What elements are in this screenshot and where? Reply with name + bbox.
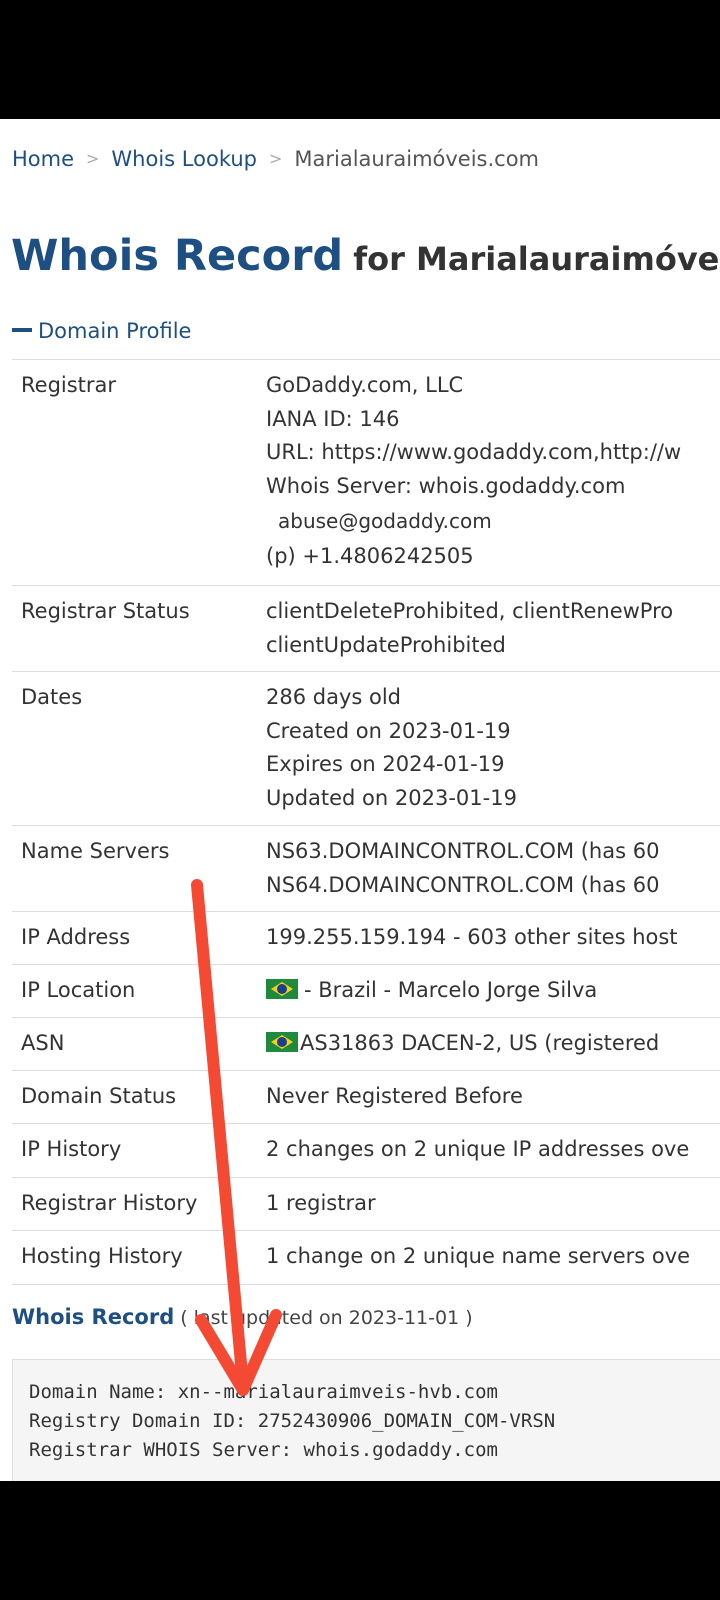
table-row-ip-address: IP Address 199.255.159.194 - 603 other s…: [12, 912, 720, 965]
row-value: AS31863 DACEN-2, US (registered: [266, 1027, 659, 1070]
breadcrumb: Home > Whois Lookup > Marialauraimóveis.com: [12, 147, 539, 171]
table-row-dates: Dates 286 days old Created on 2023-01-19…: [12, 672, 720, 826]
name-server-link[interactable]: NS64.DOMAINCONTROL.COM (has 60: [266, 869, 659, 903]
row-value: - Brazil - Marcelo Jorge Silva: [266, 974, 597, 1017]
domain-profile-heading: Domain Profile: [38, 319, 192, 343]
status-line: clientDeleteProhibited, clientRenewPro: [266, 599, 674, 623]
registrar-iana: IANA ID: 146: [266, 406, 400, 431]
row-value: NS63.DOMAINCONTROL.COM (has 60 NS64.DOMA…: [266, 835, 659, 911]
brazil-flag-icon: [266, 1032, 298, 1052]
table-row-registrar-status: Registrar Status clientDeleteProhibited,…: [12, 586, 720, 672]
last-updated-note: ( last updated on 2023-11-01 ): [180, 1307, 473, 1329]
whois-record-heading: Whois Record( last updated on 2023-11-01…: [12, 1305, 473, 1329]
breadcrumb-separator: >: [86, 149, 100, 168]
row-value: 286 days old Created on 2023-01-19 Expir…: [266, 681, 517, 825]
ip-history-value[interactable]: 2 changes on 2 unique IP addresses ove: [266, 1133, 689, 1177]
raw-line: Domain Name: xn--marialauraimveis-hvb.co…: [29, 1381, 498, 1403]
domain-age: 286 days old: [266, 685, 402, 709]
table-row-registrar-history: Registrar History 1 registrar: [12, 1178, 720, 1231]
updated-date: Updated on 2023-01-19: [266, 785, 517, 810]
raw-whois-record: Domain Name: xn--marialauraimveis-hvb.co…: [12, 1359, 720, 1481]
row-value: GoDaddy.com, LLC IANA ID: 146 URL: https…: [266, 369, 681, 585]
breadcrumb-separator: >: [268, 149, 283, 168]
registrar-email: abuse@godaddy.com: [278, 509, 492, 533]
row-label: Registrar: [21, 373, 117, 397]
status-bar: [0, 0, 720, 119]
row-label: Registrar History: [21, 1191, 198, 1215]
row-label: ASN: [21, 1031, 65, 1055]
registrar-url: URL: https://www.godaddy.com,http://w: [266, 440, 682, 464]
registrar-whois-server: Whois Server: whois.godaddy.com: [266, 473, 626, 498]
row-label: Registrar Status: [21, 599, 190, 623]
navigation-bar: [0, 1481, 720, 1600]
created-date: Created on 2023-01-19: [266, 718, 511, 743]
breadcrumb-current: Marialauraimóveis.com: [294, 147, 540, 171]
domain-profile-toggle[interactable]: Domain Profile: [12, 319, 191, 343]
row-label: Hosting History: [21, 1244, 183, 1268]
whois-page: Home > Whois Lookup > Marialauraimóveis.com …: [0, 119, 720, 1481]
hosting-history-value[interactable]: 1 change on 2 unique name servers ove: [266, 1240, 690, 1284]
status-line: clientUpdateProhibited: [266, 632, 506, 657]
ip-address-value[interactable]: 199.255.159.194 - 603 other sites host: [266, 921, 678, 964]
row-label: Domain Status: [21, 1084, 177, 1108]
table-row-domain-status: Domain Status Never Registered Before: [12, 1071, 720, 1124]
ip-location-value: - Brazil - Marcelo Jorge Silva: [304, 978, 598, 1002]
table-row-asn: ASN AS31863 DACEN-2, US (registered: [12, 1018, 720, 1071]
row-label: IP Location: [21, 978, 136, 1002]
row-label: Dates: [21, 685, 83, 709]
registrar-name: GoDaddy.com, LLC: [266, 373, 464, 397]
asn-value: AS31863 DACEN-2, US (registered: [300, 1031, 660, 1055]
page-title-domain: for Marialauraimóveis.c: [353, 240, 720, 278]
table-row-registrar: Registrar GoDaddy.com, LLC IANA ID: 146 …: [12, 360, 720, 586]
brazil-flag-icon: [266, 979, 298, 999]
row-label: Name Servers: [21, 839, 170, 863]
table-row-name-servers: Name Servers NS63.DOMAINCONTROL.COM (has…: [12, 826, 720, 912]
row-label: IP Address: [21, 925, 131, 949]
expires-date: Expires on 2024-01-19: [266, 752, 505, 776]
raw-line: Registrar WHOIS Server: whois.godaddy.co…: [29, 1439, 498, 1461]
domain-profile-table: Registrar GoDaddy.com, LLC IANA ID: 146 …: [12, 359, 720, 1285]
whois-record-title: Whois Record: [12, 1305, 175, 1329]
registrar-phone: (p) +1.4806242505: [266, 544, 474, 568]
table-row-hosting-history: Hosting History 1 change on 2 unique nam…: [12, 1231, 720, 1285]
domain-status-value: Never Registered Before: [266, 1084, 523, 1108]
row-label: IP History: [21, 1137, 122, 1161]
registrar-history-value[interactable]: 1 registrar: [266, 1187, 376, 1230]
breadcrumb-whois-lookup-link[interactable]: Whois Lookup: [111, 147, 257, 171]
breadcrumb-home-link[interactable]: Home: [12, 147, 74, 171]
name-server-link[interactable]: NS63.DOMAINCONTROL.COM (has 60: [266, 835, 659, 869]
table-row-ip-location: IP Location - Brazil - Marcelo Jorge Sil…: [12, 965, 720, 1018]
raw-line: Registry Domain ID: 2752430906_DOMAIN_CO…: [29, 1410, 556, 1432]
table-row-ip-history: IP History 2 changes on 2 unique IP addr…: [12, 1124, 720, 1178]
row-value: clientDeleteProhibited, clientRenewPro c…: [266, 595, 673, 671]
collapse-icon: [12, 328, 32, 332]
page-title: Whois Recordfor Marialauraimóveis.c: [11, 231, 720, 281]
page-title-main: Whois Record: [11, 231, 344, 281]
